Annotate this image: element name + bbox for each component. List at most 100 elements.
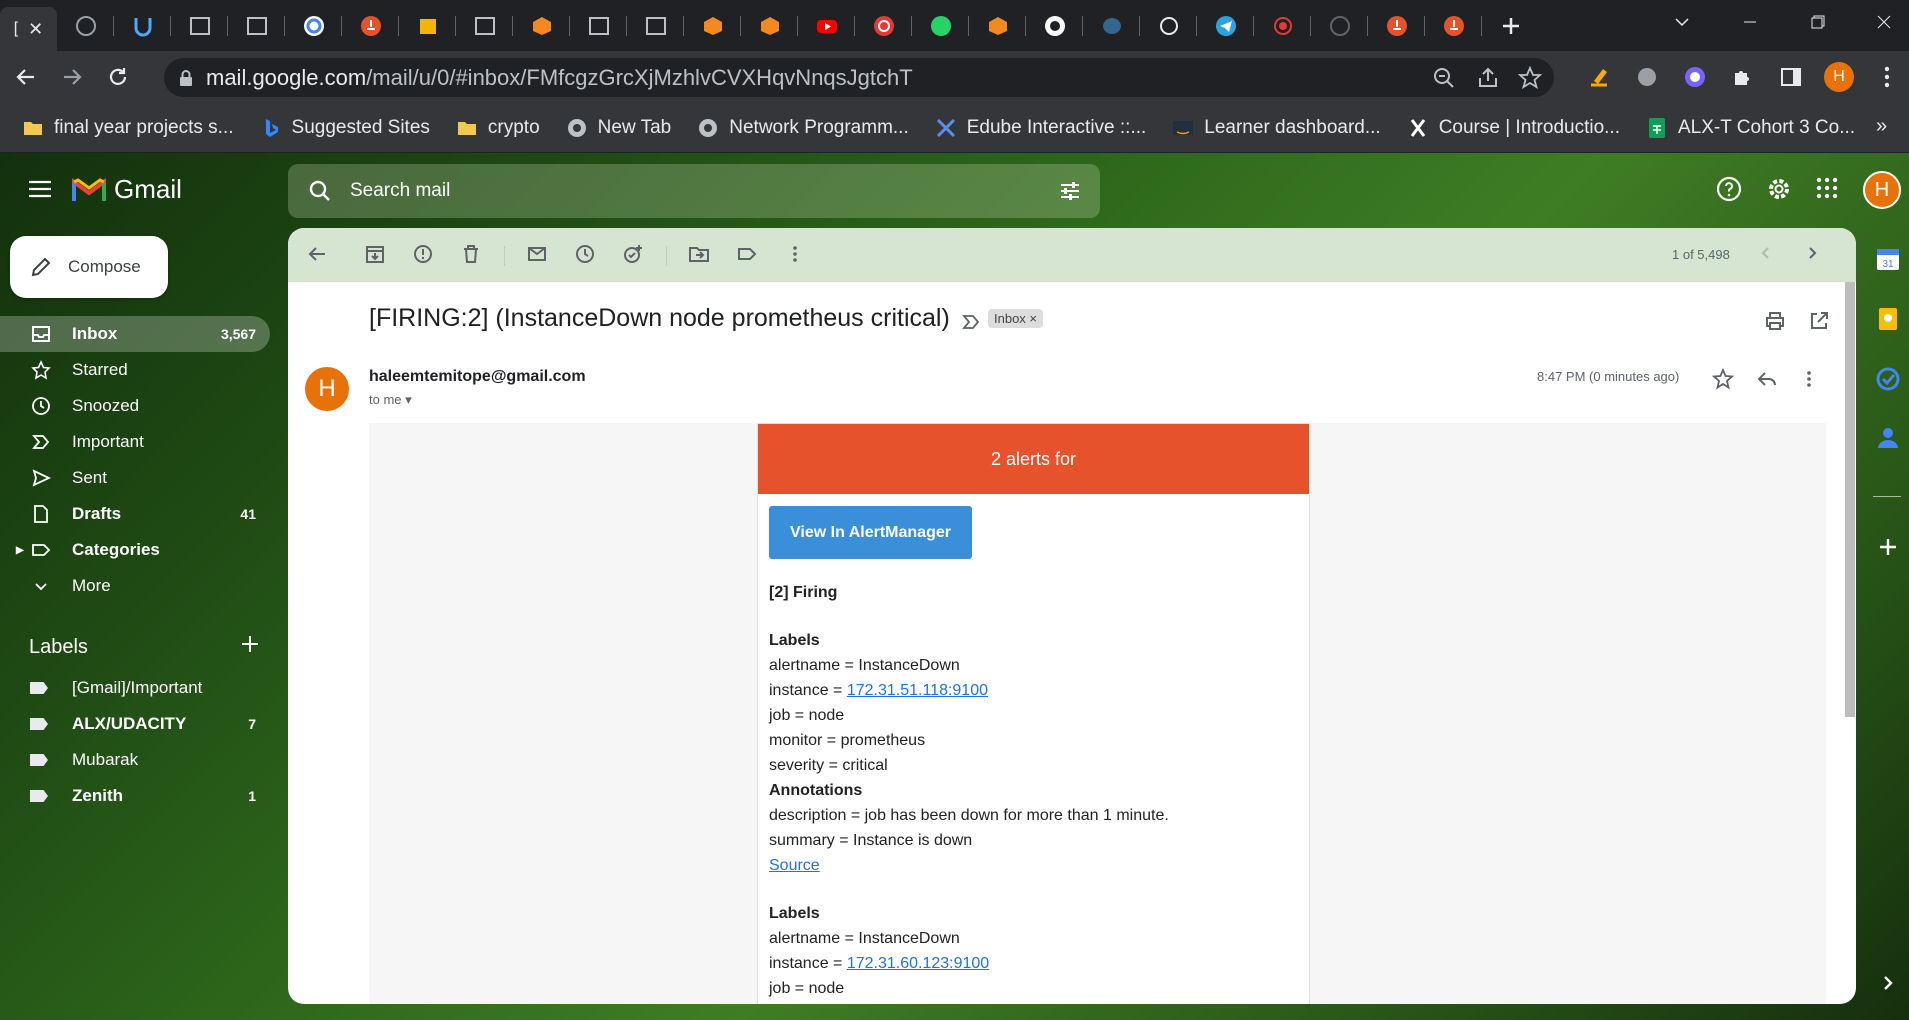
nav-item-snoozed[interactable]: Snoozed [0,388,270,424]
bookmark-item[interactable]: final year projects s... [22,117,234,139]
reload-button[interactable] [98,57,138,97]
side-panel-icon[interactable] [1776,62,1806,92]
browser-tab[interactable] [171,0,228,51]
browser-tab[interactable] [912,0,969,51]
get-addons-icon[interactable] [1875,534,1901,560]
browser-tab[interactable] [969,0,1026,51]
view-in-alertmanager-button[interactable]: View In AlertManager [769,506,972,559]
nav-item-more[interactable]: More [0,568,270,604]
expand-arrow-icon[interactable]: ▶ [16,545,24,556]
gmail-logo[interactable]: Gmail [72,174,182,205]
browser-tab[interactable] [570,0,627,51]
apps-grid-icon[interactable] [1815,176,1839,200]
nav-item-sent[interactable]: Sent [0,460,270,496]
sender-avatar[interactable]: H [305,367,349,411]
nav-item-categories[interactable]: ▶ Categories [0,532,270,568]
search-options-icon[interactable] [1058,179,1082,203]
labels-icon[interactable] [736,243,758,265]
bookmarks-overflow-icon[interactable]: » [1876,115,1887,138]
highlighter-extension-icon[interactable] [1584,62,1614,92]
bookmark-star-icon[interactable] [1518,66,1542,90]
new-tab-button[interactable] [1482,0,1539,51]
browser-tab[interactable] [1083,0,1140,51]
mark-unread-icon[interactable] [526,243,548,265]
calendar-icon[interactable]: 31 [1875,246,1901,272]
newer-chevron-left-icon[interactable] [1756,243,1776,263]
bookmark-item[interactable]: Course | Introductio... [1407,117,1620,139]
message-scrollbar[interactable] [1845,282,1855,1002]
browser-tab[interactable] [1368,0,1425,51]
bookmark-item[interactable]: New Tab [566,117,671,139]
message-more-icon[interactable] [1798,368,1820,390]
bookmark-item[interactable]: ALX-T Cohort 3 Co... [1646,117,1855,139]
browser-tab[interactable] [1425,0,1482,51]
nav-item-starred[interactable]: Starred [0,352,270,388]
browser-tab[interactable] [114,0,171,51]
important-marker-icon[interactable] [961,312,981,332]
nav-item-important[interactable]: Important [0,424,270,460]
nav-item-inbox[interactable]: Inbox 3,567 [0,316,270,352]
tab-search-icon[interactable] [1654,0,1710,44]
reply-icon[interactable] [1756,368,1778,390]
star-message-icon[interactable] [1712,368,1734,390]
bookmark-item[interactable]: Network Programm... [697,117,909,139]
extension-grey-icon[interactable] [1632,62,1662,92]
label-item[interactable]: Mubarak [0,742,270,778]
contacts-icon[interactable] [1875,424,1901,450]
browser-tab[interactable] [342,0,399,51]
forward-button[interactable] [52,57,92,97]
extensions-puzzle-icon[interactable] [1728,62,1758,92]
browser-tab[interactable] [741,0,798,51]
extension-purple-icon[interactable] [1680,62,1710,92]
report-spam-icon[interactable] [412,243,434,265]
browser-menu-icon[interactable] [1872,62,1902,92]
search-icon[interactable] [308,179,332,203]
close-window-icon[interactable] [1858,0,1909,44]
profile-button[interactable]: H [1824,62,1854,92]
sender-email[interactable]: haleemtemitope@gmail.com [369,368,586,386]
browser-tab[interactable] [855,0,912,51]
compose-button[interactable]: Compose [10,236,168,298]
browser-tab-active[interactable]: [ ✕ [0,7,57,51]
help-icon[interactable] [1716,176,1742,202]
instance-link[interactable]: 172.31.51.118:9100 [847,682,988,699]
recipient-details[interactable]: to me ▾ [369,392,412,408]
delete-icon[interactable] [460,243,482,265]
browser-tab[interactable] [1254,0,1311,51]
restore-icon[interactable] [1790,0,1846,44]
add-to-tasks-icon[interactable] [622,243,644,265]
label-item[interactable]: Zenith 1 [0,778,270,814]
search-input[interactable]: Search mail [350,180,450,202]
bookmark-item[interactable]: crypto [456,117,540,139]
browser-tab[interactable] [798,0,855,51]
browser-tab[interactable] [456,0,513,51]
browser-tab[interactable] [1140,0,1197,51]
label-item[interactable]: ALX/UDACITY 7 [0,706,270,742]
browser-tab[interactable] [684,0,741,51]
source-link[interactable]: Source [769,857,820,874]
bookmark-item[interactable]: Suggested Sites [260,117,430,139]
browser-tab[interactable] [513,0,570,51]
move-to-icon[interactable] [688,243,710,265]
label-item[interactable]: [Gmail]/Important [0,670,270,706]
browser-tab[interactable] [228,0,285,51]
settings-gear-icon[interactable] [1766,176,1792,202]
share-icon[interactable] [1476,66,1500,90]
browser-tab[interactable] [1311,0,1368,51]
browser-tab[interactable] [1197,0,1254,51]
archive-icon[interactable] [364,243,386,265]
bookmark-item[interactable]: Learner dashboard... [1172,117,1381,139]
browser-tab[interactable] [399,0,456,51]
inbox-label-chip[interactable]: Inbox × [988,309,1044,328]
search-bar[interactable]: Search mail [288,164,1100,218]
close-tab-icon[interactable]: ✕ [28,19,43,40]
add-label-icon[interactable] [240,634,260,654]
open-new-window-icon[interactable] [1808,310,1830,332]
bookmark-item[interactable]: Edube Interactive ::... [935,117,1146,139]
browser-tab[interactable] [285,0,342,51]
nav-item-drafts[interactable]: Drafts 41 [0,496,270,532]
older-chevron-right-icon[interactable] [1802,243,1822,263]
keep-icon[interactable] [1875,306,1901,332]
browser-tab[interactable] [57,0,114,51]
minimize-icon[interactable] [1722,0,1778,44]
